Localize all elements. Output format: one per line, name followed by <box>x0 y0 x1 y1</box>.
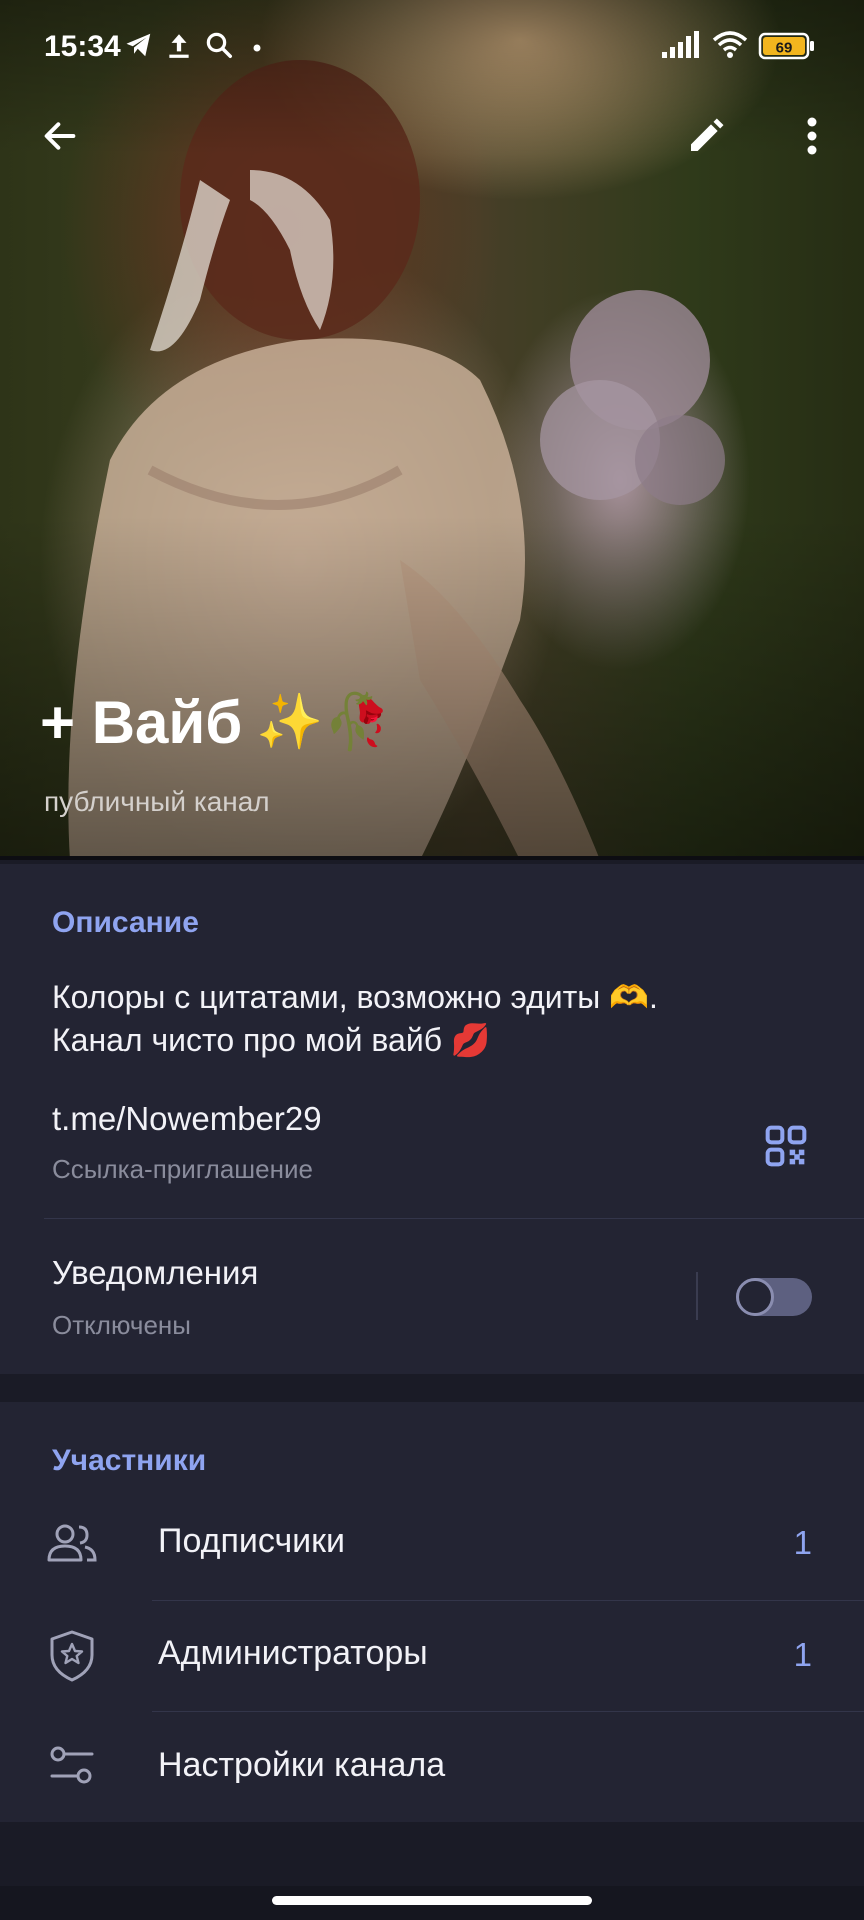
dot-icon <box>252 40 262 58</box>
subscribers-label: Подписчики <box>158 1522 346 1560</box>
channel-link-caption: Ссылка-приглашение <box>52 1154 313 1184</box>
toggle-knob <box>736 1278 774 1316</box>
arrow-left-icon <box>44 122 76 150</box>
more-vertical-icon <box>807 117 817 155</box>
status-bar: 15:34 69 <box>0 0 864 92</box>
description-line-2: Канал чисто про мой вайб 💋 <box>52 1022 491 1058</box>
home-indicator[interactable] <box>272 1896 592 1905</box>
notifications-label: Уведомления <box>52 1254 259 1291</box>
battery-icon: 69 <box>758 32 816 65</box>
channel-link[interactable]: t.me/Nowember29 <box>52 1100 322 1138</box>
channel-title: + Вайб ✨🥀 <box>40 688 391 757</box>
section-gap <box>0 1374 864 1402</box>
battery-level: 69 <box>776 40 793 57</box>
channel-type: публичный канал <box>44 786 270 817</box>
qr-code-button[interactable] <box>756 1116 816 1176</box>
qr-code-icon <box>765 1125 807 1167</box>
notifications-toggle[interactable] <box>736 1278 812 1316</box>
edit-button[interactable] <box>670 100 742 172</box>
telegram-icon <box>124 30 154 65</box>
pencil-icon <box>691 118 724 151</box>
description-section-title: Описание <box>52 906 199 939</box>
notifications-separator <box>696 1272 698 1320</box>
channel-title-text: + Вайб <box>40 689 243 756</box>
photo-bottom-border <box>0 856 864 860</box>
signal-icon <box>660 30 700 65</box>
search-icon <box>204 30 234 65</box>
channel-description: Колоры с цитатами, возможно эдиты 🫶. Кан… <box>52 976 812 1062</box>
administrators-row[interactable]: Администраторы 1 <box>0 1600 864 1712</box>
administrators-label: Администраторы <box>158 1634 428 1672</box>
members-section-title: Участники <box>52 1444 207 1477</box>
more-options-button[interactable] <box>776 100 848 172</box>
notifications-row[interactable] <box>0 1220 864 1370</box>
status-time: 15:34 <box>44 30 121 63</box>
channel-settings-row[interactable]: Настройки канала <box>0 1712 864 1822</box>
channel-settings-label: Настройки канала <box>158 1746 446 1784</box>
subscribers-row[interactable]: Подписчики 1 <box>0 1488 864 1600</box>
administrators-count: 1 <box>793 1636 812 1673</box>
wifi-icon <box>712 30 748 65</box>
divider <box>44 1218 864 1219</box>
users-icon <box>44 1516 100 1572</box>
channel-title-emoji: ✨🥀 <box>256 692 391 752</box>
shield-star-icon <box>44 1628 100 1684</box>
subscribers-count: 1 <box>793 1524 812 1561</box>
notifications-status: Отключены <box>52 1310 191 1340</box>
description-line-1: Колоры с цитатами, возможно эдиты 🫶. <box>52 979 658 1015</box>
upload-icon <box>166 30 192 65</box>
sliders-icon <box>44 1738 100 1794</box>
back-button[interactable] <box>24 100 96 172</box>
